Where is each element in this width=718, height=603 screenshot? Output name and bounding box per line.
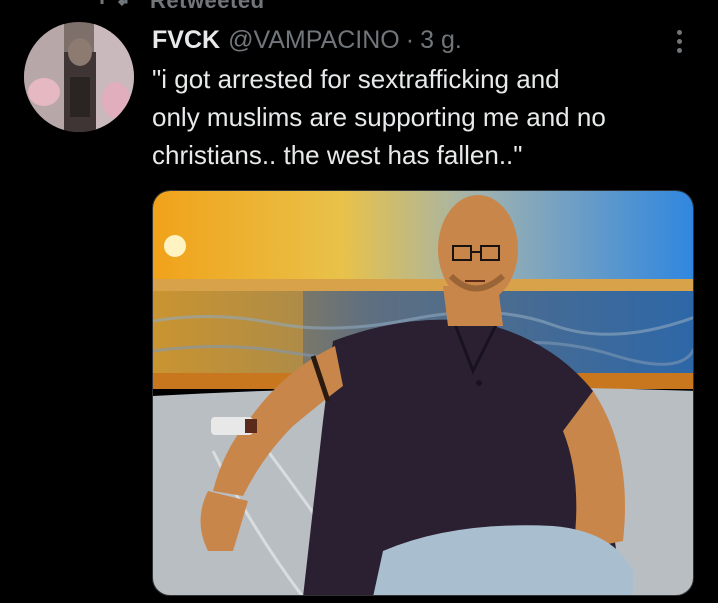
avatar[interactable] [24, 22, 134, 132]
avatar-image [24, 22, 134, 132]
tweet-media-image[interactable] [152, 190, 694, 596]
more-options-icon [676, 29, 682, 35]
tweet-timestamp[interactable]: 3 g. [420, 26, 462, 55]
social-context-bar: Retweeted [0, 0, 718, 13]
display-name[interactable]: FVCK [152, 26, 220, 55]
more-options-button[interactable] [664, 24, 694, 58]
tweet-text: "i got arrested for sextrafficking and o… [152, 64, 606, 170]
tweet-header: FVCK @VAMPACINO · 3 g. [152, 22, 462, 58]
illustration [153, 191, 693, 595]
social-context-label[interactable]: Retweeted [150, 0, 265, 14]
user-handle[interactable]: @VAMPACINO [228, 26, 400, 55]
separator-dot: · [405, 25, 415, 54]
retweet-icon [100, 0, 128, 7]
